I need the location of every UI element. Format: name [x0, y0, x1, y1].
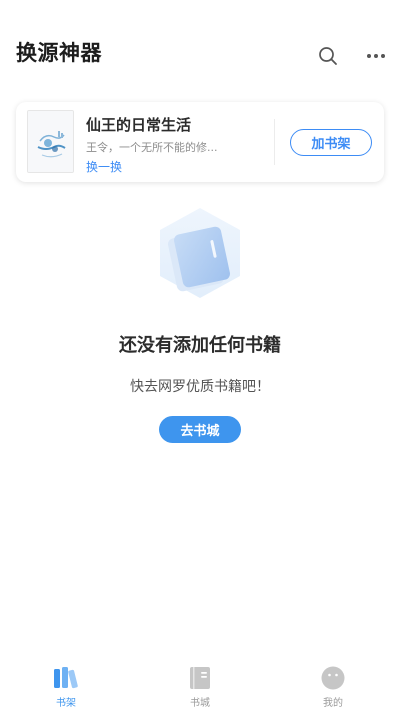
bookshelf-icon — [54, 667, 78, 689]
empty-state-title: 还没有添加任何书籍 — [119, 335, 281, 356]
switch-recommendation-link[interactable]: 换一换 — [86, 158, 122, 175]
add-to-shelf-button[interactable]: 加书架 — [290, 129, 372, 156]
empty-state-subtitle: 快去网罗优质书籍吧！ — [130, 379, 270, 395]
go-to-store-button[interactable]: 去书城 — [159, 416, 241, 443]
bottom-navigation: 书架 书城 我的 — [0, 656, 400, 711]
book-cover[interactable] — [27, 110, 74, 173]
tab-bookstore[interactable]: 书城 — [160, 656, 240, 711]
profile-face-icon — [321, 666, 345, 690]
book-cover-art-icon — [28, 111, 73, 172]
card-divider — [274, 119, 275, 165]
empty-shelf-illustration — [156, 206, 244, 300]
book-title[interactable]: 仙王的日常生活 — [86, 114, 191, 135]
more-button[interactable] — [362, 42, 390, 70]
app-screen: 换源神器 仙王的日常生活 王令，一个无所不能的修... 换一换 加书架 还没有添… — [0, 0, 400, 711]
tab-profile[interactable]: 我的 — [293, 656, 373, 711]
page-title: 换源神器 — [16, 41, 102, 65]
bookstore-icon — [190, 667, 210, 689]
search-icon — [319, 47, 337, 65]
empty-book-icon — [160, 208, 240, 298]
tab-profile-label: 我的 — [323, 698, 343, 709]
more-horizontal-icon — [367, 54, 385, 58]
tab-bookshelf[interactable]: 书架 — [26, 656, 106, 711]
tab-bookshelf-label: 书架 — [56, 698, 76, 709]
recommend-card[interactable]: 仙王的日常生活 王令，一个无所不能的修... 换一换 加书架 — [16, 102, 384, 182]
book-description: 王令，一个无所不能的修... — [86, 141, 218, 154]
search-button[interactable] — [314, 42, 342, 70]
tab-bookstore-label: 书城 — [190, 698, 210, 709]
